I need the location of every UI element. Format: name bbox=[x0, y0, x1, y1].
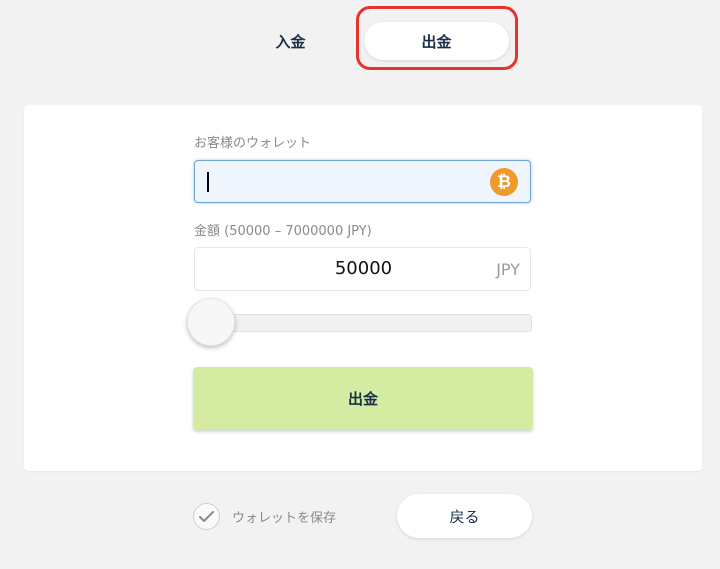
back-button[interactable]: 戻る bbox=[397, 494, 532, 538]
withdraw-submit-label: 出金 bbox=[347, 390, 378, 408]
wallet-address-input[interactable]: ₿ bbox=[194, 160, 531, 203]
tab-withdraw[interactable]: 出金 bbox=[364, 22, 509, 60]
checkmark-icon bbox=[199, 511, 214, 522]
tab-deposit[interactable]: 入金 bbox=[218, 22, 363, 60]
amount-input[interactable]: 50000 JPY bbox=[194, 247, 531, 291]
text-caret bbox=[207, 172, 209, 192]
wallet-label: お客様のウォレット bbox=[194, 136, 312, 151]
amount-slider-thumb[interactable] bbox=[187, 298, 235, 346]
amount-label: 金額 (50000 – 7000000 JPY) bbox=[194, 224, 372, 239]
tab-withdraw-label: 出金 bbox=[421, 32, 452, 51]
amount-slider-track[interactable] bbox=[194, 314, 532, 332]
amount-unit: JPY bbox=[496, 260, 520, 279]
save-wallet-label: ウォレットを保存 bbox=[232, 511, 337, 526]
withdraw-submit-button[interactable]: 出金 bbox=[193, 367, 533, 430]
withdraw-form-card: お客様のウォレット ₿ 金額 (50000 – 7000000 JPY) 500… bbox=[24, 105, 702, 471]
back-button-label: 戻る bbox=[449, 507, 480, 526]
amount-value: 50000 bbox=[334, 258, 393, 279]
tab-deposit-label: 入金 bbox=[275, 32, 306, 51]
bitcoin-icon: ₿ bbox=[490, 168, 518, 196]
save-wallet-checkbox[interactable] bbox=[193, 503, 220, 530]
